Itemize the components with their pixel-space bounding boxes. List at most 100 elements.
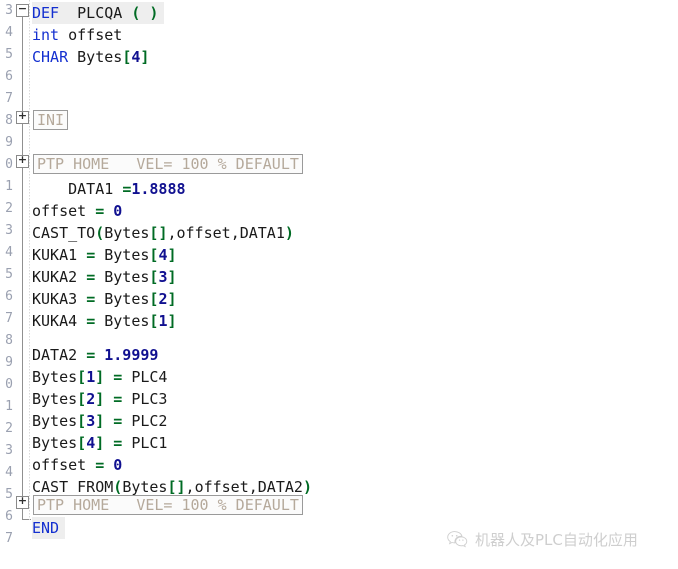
line-number: 3 (5, 443, 13, 458)
token-var-offset: offset (32, 456, 87, 474)
code-editor[interactable]: 3 4 5 6 7 8 9 0 1 2 3 4 5 6 7 8 9 0 1 2 … (0, 0, 678, 569)
line-number: 1 (5, 179, 13, 194)
fold-toggle-ptp-home-top[interactable]: + (16, 154, 29, 168)
code-line-bytes2[interactable]: Bytes[2] = PLC3 (32, 388, 167, 410)
code-line-data2-assign[interactable]: DATA2 = 1.9999 (32, 344, 158, 366)
code-line-offset-reset-1[interactable]: offset = 0 (32, 200, 122, 222)
code-area[interactable]: DEF PLCQA ( ) int offset CHAR Bytes[4] I… (32, 0, 678, 569)
token-type-int: int (32, 26, 60, 44)
token-bracket-close: ] (95, 412, 105, 430)
token-arg-data1: DATA1 (239, 224, 285, 242)
token-number: 1.9999 (104, 346, 159, 364)
token-var-bytes: Bytes (104, 246, 150, 264)
code-line-cast-to[interactable]: CAST_TO(Bytes[],offset,DATA1) (32, 222, 294, 244)
code-line-kuka4[interactable]: KUKA4 = Bytes[1] (32, 310, 177, 332)
code-line-kuka2[interactable]: KUKA2 = Bytes[3] (32, 266, 177, 288)
token-type-char: CHAR (32, 48, 69, 66)
code-line-def[interactable]: DEF PLCQA ( ) (32, 2, 165, 24)
token-assign: = (113, 434, 123, 452)
fold-toggle-ini[interactable]: + (16, 110, 29, 124)
token-number: 0 (113, 202, 123, 220)
fold-glyph: − (17, 2, 28, 15)
folded-block-ptp-home-bottom[interactable]: PTP HOME VEL= 100 % DEFAULT (33, 495, 303, 515)
token-paren-open: ( (95, 224, 105, 242)
line-number: 1 (5, 399, 13, 414)
token-bracket-close: ] (167, 246, 177, 264)
folded-block-ini[interactable]: INI (33, 110, 69, 130)
code-line-kuka3[interactable]: KUKA3 = Bytes[2] (32, 288, 177, 310)
fold-toggle-ptp-home-bottom[interactable]: + (16, 495, 29, 509)
line-number: 0 (5, 157, 13, 172)
token-fn-cast-to: CAST_TO (32, 224, 96, 242)
line-number: 7 (5, 531, 13, 546)
line-number: 2 (5, 201, 13, 216)
token-bracket-open: [ (77, 412, 87, 430)
fold-toggle-def-plcqa[interactable]: − (16, 2, 29, 17)
code-line-data1-assign[interactable]: DATA1 =1.8888 (32, 178, 186, 200)
token-paren-close: ) (284, 224, 294, 242)
line-number: 5 (5, 267, 13, 282)
token-var-bytes: Bytes (68, 48, 123, 66)
token-var-kuka4: KUKA4 (32, 312, 78, 330)
token-assign: = (122, 180, 132, 198)
folded-block-label: PTP HOME VEL= 100 % DEFAULT (37, 496, 299, 514)
code-line-char-bytes[interactable]: CHAR Bytes[4] (32, 46, 149, 68)
line-number: 7 (5, 91, 13, 106)
token-number: 1.8888 (131, 180, 186, 198)
code-line-end[interactable]: END (32, 517, 66, 539)
token-bracket-close: ] (95, 368, 105, 386)
code-line-offset-reset-2[interactable]: offset = 0 (32, 454, 122, 476)
token-assign: = (86, 312, 96, 330)
token-assign: = (86, 346, 96, 364)
folded-block-label: PTP HOME VEL= 100 % DEFAULT (37, 155, 299, 173)
token-var-data1: DATA1 (68, 180, 114, 198)
code-line-bytes4[interactable]: Bytes[4] = PLC1 (32, 432, 167, 454)
token-parens: ( ) (131, 4, 159, 22)
token-var-offset: offset (32, 202, 87, 220)
code-line-int-offset[interactable]: int offset (32, 24, 122, 46)
token-arg-offset: offset (194, 478, 249, 496)
token-var-bytes: Bytes (104, 290, 150, 308)
code-line-kuka1[interactable]: KUKA1 = Bytes[4] (32, 244, 177, 266)
token-comma: , (185, 478, 195, 496)
line-number: 6 (5, 69, 13, 84)
token-var-bytes: Bytes (104, 268, 150, 286)
line-number: 8 (5, 333, 13, 348)
token-arg-bytes: Bytes (122, 478, 168, 496)
line-number: 5 (5, 47, 13, 62)
token-number: 0 (113, 456, 123, 474)
token-bracket-close: ] (167, 290, 177, 308)
line-number: 7 (5, 311, 13, 326)
token-comma: , (230, 224, 240, 242)
token-bracket-open: [ (77, 368, 87, 386)
token-bracket-open: [ (167, 478, 177, 496)
line-number: 0 (5, 377, 13, 392)
token-bracket-close: ] (95, 390, 105, 408)
code-line-bytes1[interactable]: Bytes[1] = PLC4 (32, 366, 167, 388)
token-var-plc3: PLC3 (131, 390, 168, 408)
code-line-bytes3[interactable]: Bytes[3] = PLC2 (32, 410, 167, 432)
folded-block-ptp-home-top[interactable]: PTP HOME VEL= 100 % DEFAULT (33, 154, 303, 174)
token-bracket-open: [ (122, 48, 132, 66)
line-number: 9 (5, 135, 13, 150)
token-arg-offset: offset (176, 224, 231, 242)
line-number: 4 (5, 25, 13, 40)
line-number: 9 (5, 355, 13, 370)
token-assign: = (86, 290, 96, 308)
